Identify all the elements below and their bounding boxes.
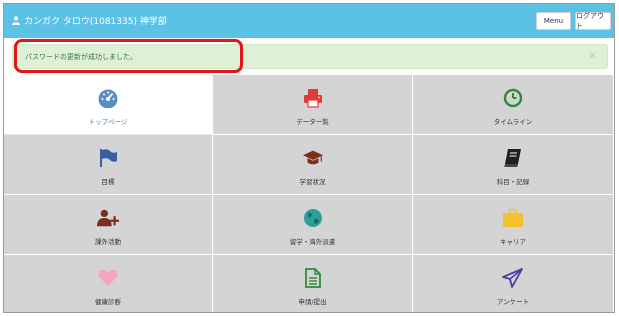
user-info: カンガク タロウ(1081335) 神学部 xyxy=(12,14,167,27)
menu-tile-label: 課外活動 xyxy=(95,238,121,246)
menu-tile-top-page[interactable]: トップページ xyxy=(4,75,213,135)
menu-tile-study-abroad[interactable]: 留学・海外派遣 xyxy=(213,195,413,255)
menu-tile-label: データ一覧 xyxy=(296,118,329,126)
menu-grid: トップページ データ一覧 タイムライン 目標 学習状況 科目・記録 課外活動 留… xyxy=(4,75,614,312)
user-icon xyxy=(12,16,20,25)
heart-icon xyxy=(97,267,119,289)
menu-tile-label: 留学・海外派遣 xyxy=(289,238,336,246)
dashboard-icon xyxy=(97,87,119,109)
menu-tile-timeline[interactable]: タイムライン xyxy=(413,75,614,135)
menu-tile-label: 健康診断 xyxy=(95,298,121,306)
menu-tile-label: アンケート xyxy=(496,298,530,306)
menu-tile-label: タイムライン xyxy=(493,118,533,126)
menu-button[interactable]: Menu xyxy=(536,12,571,30)
paper-plane-icon xyxy=(502,267,524,289)
printer-icon xyxy=(302,87,324,109)
menu-tile-goals[interactable]: 目標 xyxy=(4,135,213,195)
menu-tile-career[interactable]: キャリア xyxy=(413,195,614,255)
app-window: カンガク タロウ(1081335) 神学部 Menu ログアウト パスワードの更… xyxy=(3,3,615,313)
menu-tile-subjects-records[interactable]: 科目・記録 xyxy=(413,135,614,195)
menu-tile-applications[interactable]: 申請/提出 xyxy=(213,255,413,312)
menu-tile-survey[interactable]: アンケート xyxy=(413,255,614,312)
graduation-cap-icon xyxy=(302,147,324,169)
menu-tile-label: 学習状況 xyxy=(299,178,326,186)
menu-tile-extracurricular[interactable]: 課外活動 xyxy=(4,195,213,255)
menu-tile-label: 目標 xyxy=(101,178,115,186)
menu-tile-label: 科目・記録 xyxy=(496,178,530,186)
close-icon[interactable]: × xyxy=(588,50,597,62)
book-icon xyxy=(502,147,524,169)
menu-tile-data-list[interactable]: データ一覧 xyxy=(213,75,413,135)
clock-icon xyxy=(502,87,524,109)
highlight-annotation xyxy=(14,39,243,73)
briefcase-icon xyxy=(502,207,524,229)
globe-icon xyxy=(302,207,324,229)
user-plus-icon xyxy=(97,207,119,229)
menu-tile-health-check[interactable]: 健康診断 xyxy=(4,255,213,312)
top-bar: カンガク タロウ(1081335) 神学部 Menu ログアウト xyxy=(4,4,614,38)
user-name: カンガク タロウ(1081335) 神学部 xyxy=(24,17,167,27)
logout-button[interactable]: ログアウト xyxy=(575,12,611,30)
flag-icon xyxy=(97,147,119,169)
menu-tile-label: キャリア xyxy=(500,238,526,246)
menu-tile-label: トップページ xyxy=(88,118,128,126)
document-icon xyxy=(302,267,324,289)
menu-tile-label: 申請/提出 xyxy=(298,298,327,306)
menu-tile-study-status[interactable]: 学習状況 xyxy=(213,135,413,195)
